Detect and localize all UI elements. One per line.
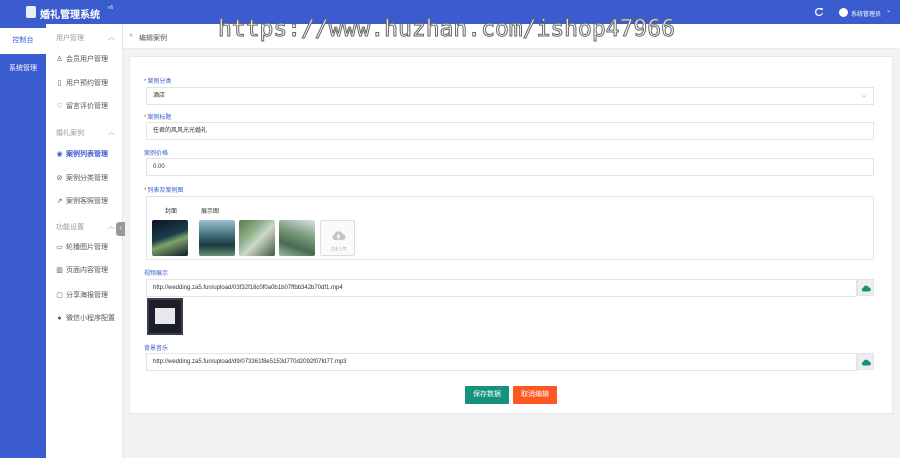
price-input[interactable]: 0.00 bbox=[146, 158, 874, 176]
sidebar: 用户管理 ︿ ♙ 会员用户管理 ▯ 用户预约管理 ♡ 留言评价管理 婚礼案例 ︿ ◉ 案… bbox=[46, 24, 123, 458]
music-upload-button[interactable] bbox=[857, 353, 874, 370]
sidebar-collapse-handle[interactable]: ‹ bbox=[116, 222, 125, 236]
sidebar-item-case-photos[interactable]: ↗ 案例客照管理 bbox=[55, 195, 121, 209]
chevron-down-icon[interactable]: ⌄ bbox=[886, 7, 891, 14]
user-name[interactable]: 系统管理员 bbox=[851, 9, 881, 18]
watermark: https://www.huzhan.com/ishop47966 bbox=[218, 16, 676, 43]
app-version: v6 bbox=[108, 5, 114, 11]
logo-icon bbox=[26, 6, 36, 18]
sidebar-item-reviews[interactable]: ♡ 留言评价管理 bbox=[55, 100, 121, 114]
sidebar-group-title[interactable]: 婚礼案例 bbox=[56, 128, 84, 138]
user-icon: ♙ bbox=[56, 56, 63, 63]
breadcrumb-current: 编辑案例 bbox=[139, 35, 167, 42]
page-icon: ▥ bbox=[56, 267, 63, 274]
sidebar-item-case-list[interactable]: ◉ 案例列表管理 bbox=[55, 148, 121, 162]
tab-cover[interactable]: 封面 bbox=[165, 206, 177, 215]
double-chevron-icon[interactable]: » bbox=[129, 32, 133, 39]
gallery-image[interactable] bbox=[199, 220, 235, 256]
price-label: 案例价格 bbox=[144, 151, 169, 157]
video-label: 视频展示 bbox=[144, 271, 169, 277]
sidebar-item-banners[interactable]: ▭ 轮播图片管理 bbox=[55, 241, 121, 255]
trend-icon: ↗ bbox=[56, 198, 63, 205]
rail-item-system[interactable]: 系统管理 bbox=[0, 56, 46, 82]
sidebar-item-appointments[interactable]: ▯ 用户预约管理 bbox=[55, 77, 121, 91]
sidebar-item-posters[interactable]: ▢ 分享海报管理 bbox=[55, 289, 121, 303]
video-url-input[interactable]: http://wedding.za5.fun/upload/03f32f18c0… bbox=[146, 279, 857, 297]
tag-icon: ⊘ bbox=[56, 175, 63, 182]
cloud-upload-icon bbox=[861, 285, 871, 292]
upload-hint: 点击上传 bbox=[330, 246, 347, 251]
music-label: 背景音乐 bbox=[144, 346, 169, 352]
image-icon: ▭ bbox=[56, 244, 63, 251]
title-label: *案例标题 bbox=[144, 115, 172, 121]
cover-image[interactable] bbox=[152, 220, 188, 256]
sidebar-group-title[interactable]: 功能设置 bbox=[56, 222, 84, 232]
sidebar-item-members[interactable]: ♙ 会员用户管理 bbox=[55, 53, 121, 67]
upload-image-button[interactable]: 点击上传 bbox=[320, 220, 355, 256]
avatar[interactable] bbox=[839, 8, 848, 17]
gallery-image[interactable] bbox=[239, 220, 275, 256]
cancel-button[interactable]: 取消编辑 bbox=[513, 386, 557, 404]
main-nav-rail: 控制台 系统管理 bbox=[0, 24, 46, 458]
title-input[interactable]: 任君的风风光光婚礼 bbox=[146, 122, 874, 140]
tab-gallery[interactable]: 展示图 bbox=[201, 206, 219, 215]
video-upload-button[interactable] bbox=[857, 279, 874, 296]
gallery-image[interactable] bbox=[279, 220, 315, 256]
sidebar-item-case-category[interactable]: ⊘ 案例分类管理 bbox=[55, 172, 121, 186]
chevron-down-icon: ⌄ bbox=[861, 92, 867, 99]
refresh-icon[interactable] bbox=[814, 7, 824, 17]
save-button[interactable]: 保存数据 bbox=[465, 386, 509, 404]
sidebar-item-pages[interactable]: ▥ 页面内容管理 bbox=[55, 264, 121, 278]
sidebar-item-wechat[interactable]: ● 微信小程序配置 bbox=[55, 312, 121, 326]
chevron-up-icon[interactable]: ︿ bbox=[108, 32, 115, 42]
music-url-input[interactable]: http://wedding.za5.fun/upload/d9/073361f… bbox=[146, 353, 857, 371]
app-title: 婚礼管理系统 bbox=[40, 10, 100, 21]
cloud-upload-icon bbox=[332, 231, 346, 240]
sidebar-group-title[interactable]: 用户管理 bbox=[56, 33, 84, 43]
share-icon: ▢ bbox=[56, 292, 63, 299]
category-select[interactable]: 酒店 ⌄ bbox=[146, 87, 874, 105]
images-label: *列表及案例图 bbox=[144, 188, 184, 194]
wechat-icon: ● bbox=[57, 315, 62, 322]
globe-icon: ◉ bbox=[56, 151, 63, 158]
rail-item-console[interactable]: 控制台 bbox=[0, 28, 46, 54]
heart-icon: ♡ bbox=[56, 103, 63, 110]
calendar-icon: ▯ bbox=[57, 80, 62, 87]
category-label: *案例分类 bbox=[144, 79, 172, 85]
chevron-up-icon[interactable]: ︿ bbox=[108, 221, 115, 231]
cloud-upload-icon bbox=[861, 359, 871, 366]
chevron-up-icon[interactable]: ︿ bbox=[108, 127, 115, 137]
video-preview[interactable] bbox=[147, 298, 183, 335]
